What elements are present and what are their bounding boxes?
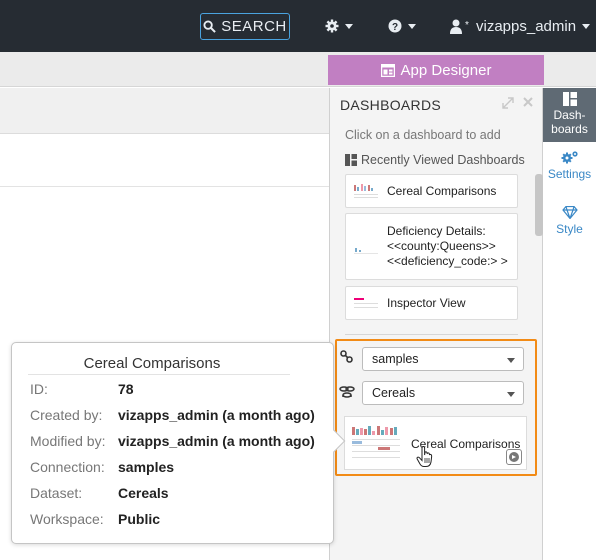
search-button-label: SEARCH	[221, 18, 287, 35]
settings-menu[interactable]	[325, 16, 353, 36]
tooltip-value: Cereals	[118, 485, 169, 501]
tooltip-key: Modified by:	[30, 433, 106, 449]
side-tabs: Dash- boards Settings Style	[543, 88, 596, 560]
chevron-down-icon	[345, 23, 353, 29]
diamond-icon	[561, 206, 578, 219]
tab-dashboards-label-1: Dash-	[553, 108, 586, 122]
top-navbar: SEARCH ? * vizapps_admin	[0, 0, 596, 52]
dashboard-thumbnail	[353, 237, 379, 256]
tooltip-key: Created by:	[30, 407, 103, 423]
tooltip-title: Cereal Comparisons	[83, 355, 221, 372]
recent-dashboards-label: Recently Viewed Dashboards	[361, 153, 525, 167]
tooltip-value: vizapps_admin (a month ago)	[118, 433, 315, 449]
search-button[interactable]: SEARCH	[200, 13, 290, 40]
connection-icon	[340, 350, 353, 363]
chevron-down-icon	[582, 23, 591, 29]
dashboard-thumbnail	[353, 294, 379, 312]
tooltip-key: Dataset:	[30, 485, 83, 501]
recent-dashboards-header: Recently Viewed Dashboards	[345, 153, 525, 167]
close-icon[interactable]	[523, 97, 533, 107]
app-designer-icon	[380, 63, 395, 77]
tab-style-label: Style	[556, 222, 583, 236]
dataset-select[interactable]: Cereals	[362, 381, 524, 405]
panel-title: DASHBOARDS	[340, 97, 442, 113]
expand-icon[interactable]	[502, 97, 514, 109]
app-designer-button[interactable]: App Designer	[328, 55, 544, 85]
tab-settings-label: Settings	[547, 167, 592, 181]
connection-select-value: samples	[372, 352, 419, 366]
user-name: vizapps_admin	[476, 17, 577, 35]
user-menu[interactable]: * vizapps_admin	[450, 16, 591, 36]
tab-dashboards-label-2: boards	[551, 122, 588, 136]
canvas-divider	[0, 186, 330, 187]
tooltip-value: Public	[118, 511, 161, 527]
panel-hint: Click on a dashboard to add	[345, 128, 501, 142]
search-icon	[203, 20, 217, 33]
chevron-down-icon	[507, 392, 515, 397]
gears-icon	[561, 151, 578, 164]
dashboard-thumbnail	[350, 423, 402, 463]
user-admin-icon: *	[450, 19, 469, 34]
tooltip-value: vizapps_admin (a month ago)	[118, 407, 315, 423]
tab-dashboards[interactable]: Dash- boards	[543, 88, 596, 142]
dataset-select-value: Cereals	[372, 386, 416, 400]
connection-select[interactable]: samples	[362, 347, 524, 371]
dashboard-icon	[345, 154, 357, 166]
dataset-icon	[339, 386, 355, 398]
chevron-down-icon	[408, 23, 416, 29]
dashboards-panel: DASHBOARDS Click on a dashboard to add R…	[329, 88, 543, 560]
recent-dashboard-label: Cereal Comparisons	[387, 183, 497, 198]
help-menu[interactable]: ?	[388, 16, 416, 36]
recent-dashboard-item[interactable]: Deficiency Details: <<county:Queens>> <<…	[345, 213, 518, 280]
recent-dashboard-label: Deficiency Details: <<county:Queens>> <<…	[387, 224, 508, 268]
recent-dashboard-item[interactable]: Cereal Comparisons	[345, 174, 518, 208]
tooltip-key: Connection:	[30, 459, 105, 475]
panel-divider	[345, 334, 518, 335]
open-dashboard-icon[interactable]	[506, 449, 522, 465]
tooltip-value: 78	[118, 381, 134, 397]
dashboard-icon	[562, 92, 577, 106]
svg-text:*: *	[465, 20, 469, 31]
recent-dashboard-label: Inspector View	[387, 295, 466, 310]
tab-settings[interactable]: Settings	[543, 150, 596, 181]
dashboard-info-tooltip: Cereal Comparisons ID: 78 Created by: viza…	[11, 342, 346, 544]
recent-dashboard-item[interactable]: Inspector View	[345, 286, 518, 320]
hand-pointer-icon	[416, 446, 433, 467]
canvas-header	[0, 88, 330, 134]
help-icon: ?	[388, 19, 402, 33]
svg-text:?: ?	[392, 22, 398, 33]
panel-scrollbar[interactable]	[535, 174, 543, 236]
tooltip-value: samples	[118, 459, 175, 475]
dashboard-thumbnail	[353, 182, 379, 200]
gear-icon	[325, 19, 339, 33]
tab-style[interactable]: Style	[543, 206, 596, 236]
tooltip-key: ID:	[30, 381, 48, 397]
tooltip-divider	[28, 374, 290, 375]
tooltip-key: Workspace:	[30, 511, 104, 527]
chevron-down-icon	[507, 358, 515, 363]
app-designer-label: App Designer	[400, 61, 492, 79]
